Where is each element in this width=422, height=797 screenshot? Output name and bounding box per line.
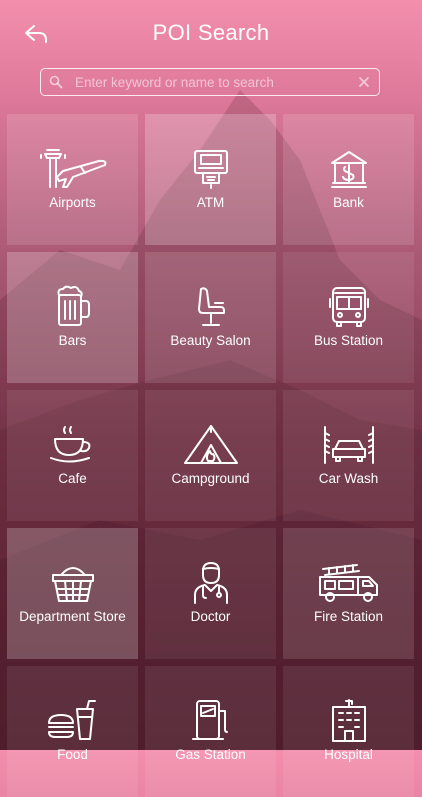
category-tile-car-wash[interactable]: Car Wash [283,390,414,521]
fire-truck-icon [318,564,378,602]
category-tile-cafe[interactable]: Cafe [7,390,138,521]
category-tile-department-store[interactable]: Department Store [7,528,138,659]
category-tile-atm[interactable]: ATM [145,114,276,245]
gas-pump-icon [191,700,228,740]
category-tile-bank[interactable]: Bank [283,114,414,245]
category-label: Department Store [19,609,126,624]
search-bar [40,68,380,96]
category-label: Cafe [58,471,87,486]
category-label: Bus Station [313,333,384,348]
beer-mug-icon [57,285,90,326]
category-tile-bars[interactable]: Bars [7,252,138,383]
category-label: Food [57,747,88,762]
category-label: Airports [49,195,96,210]
category-tile-gas-station[interactable]: Gas Station [145,666,276,797]
category-tile-airports[interactable]: Airports [7,114,138,245]
salon-chair-icon [197,287,225,326]
car-wash-icon [323,426,374,464]
bus-icon [328,287,369,327]
clear-search-button[interactable] [349,69,379,95]
category-label: Bank [333,195,364,210]
category-label: Fire Station [313,609,384,624]
category-tile-doctor[interactable]: Doctor [145,528,276,659]
page-title: POI Search [152,20,270,45]
atm-icon [193,150,228,189]
hospital-icon [331,699,366,742]
category-tile-fire-station[interactable]: Fire Station [283,528,414,659]
category-tile-hospital[interactable]: Hospital [283,666,414,797]
category-label: Bars [58,333,87,348]
shopping-basket-icon [51,567,94,602]
bank-icon [330,151,367,188]
category-label: Campground [171,471,250,486]
app-header: POI Search [0,0,422,64]
category-label: Gas Station [175,747,246,762]
airport-icon [39,149,106,188]
category-label: Beauty Salon [170,333,251,348]
category-label: Hospital [324,747,373,762]
category-label: ATM [196,195,225,210]
coffee-cup-icon [49,426,90,463]
search-icon [41,69,71,95]
category-tile-campground[interactable]: Campground [145,390,276,521]
category-tile-food[interactable]: Food [7,666,138,797]
doctor-icon [193,562,228,604]
category-tile-beauty-salon[interactable]: Beauty Salon [145,252,276,383]
fast-food-icon [47,700,96,740]
clear-icon [359,77,369,87]
category-label: Car Wash [318,471,379,486]
tent-icon [183,425,238,464]
category-label: Doctor [190,609,231,624]
search-input[interactable] [71,70,349,94]
category-grid: Airports ATM Bank Bars Beauty Salon Bus … [7,114,415,797]
category-tile-bus-station[interactable]: Bus Station [283,252,414,383]
